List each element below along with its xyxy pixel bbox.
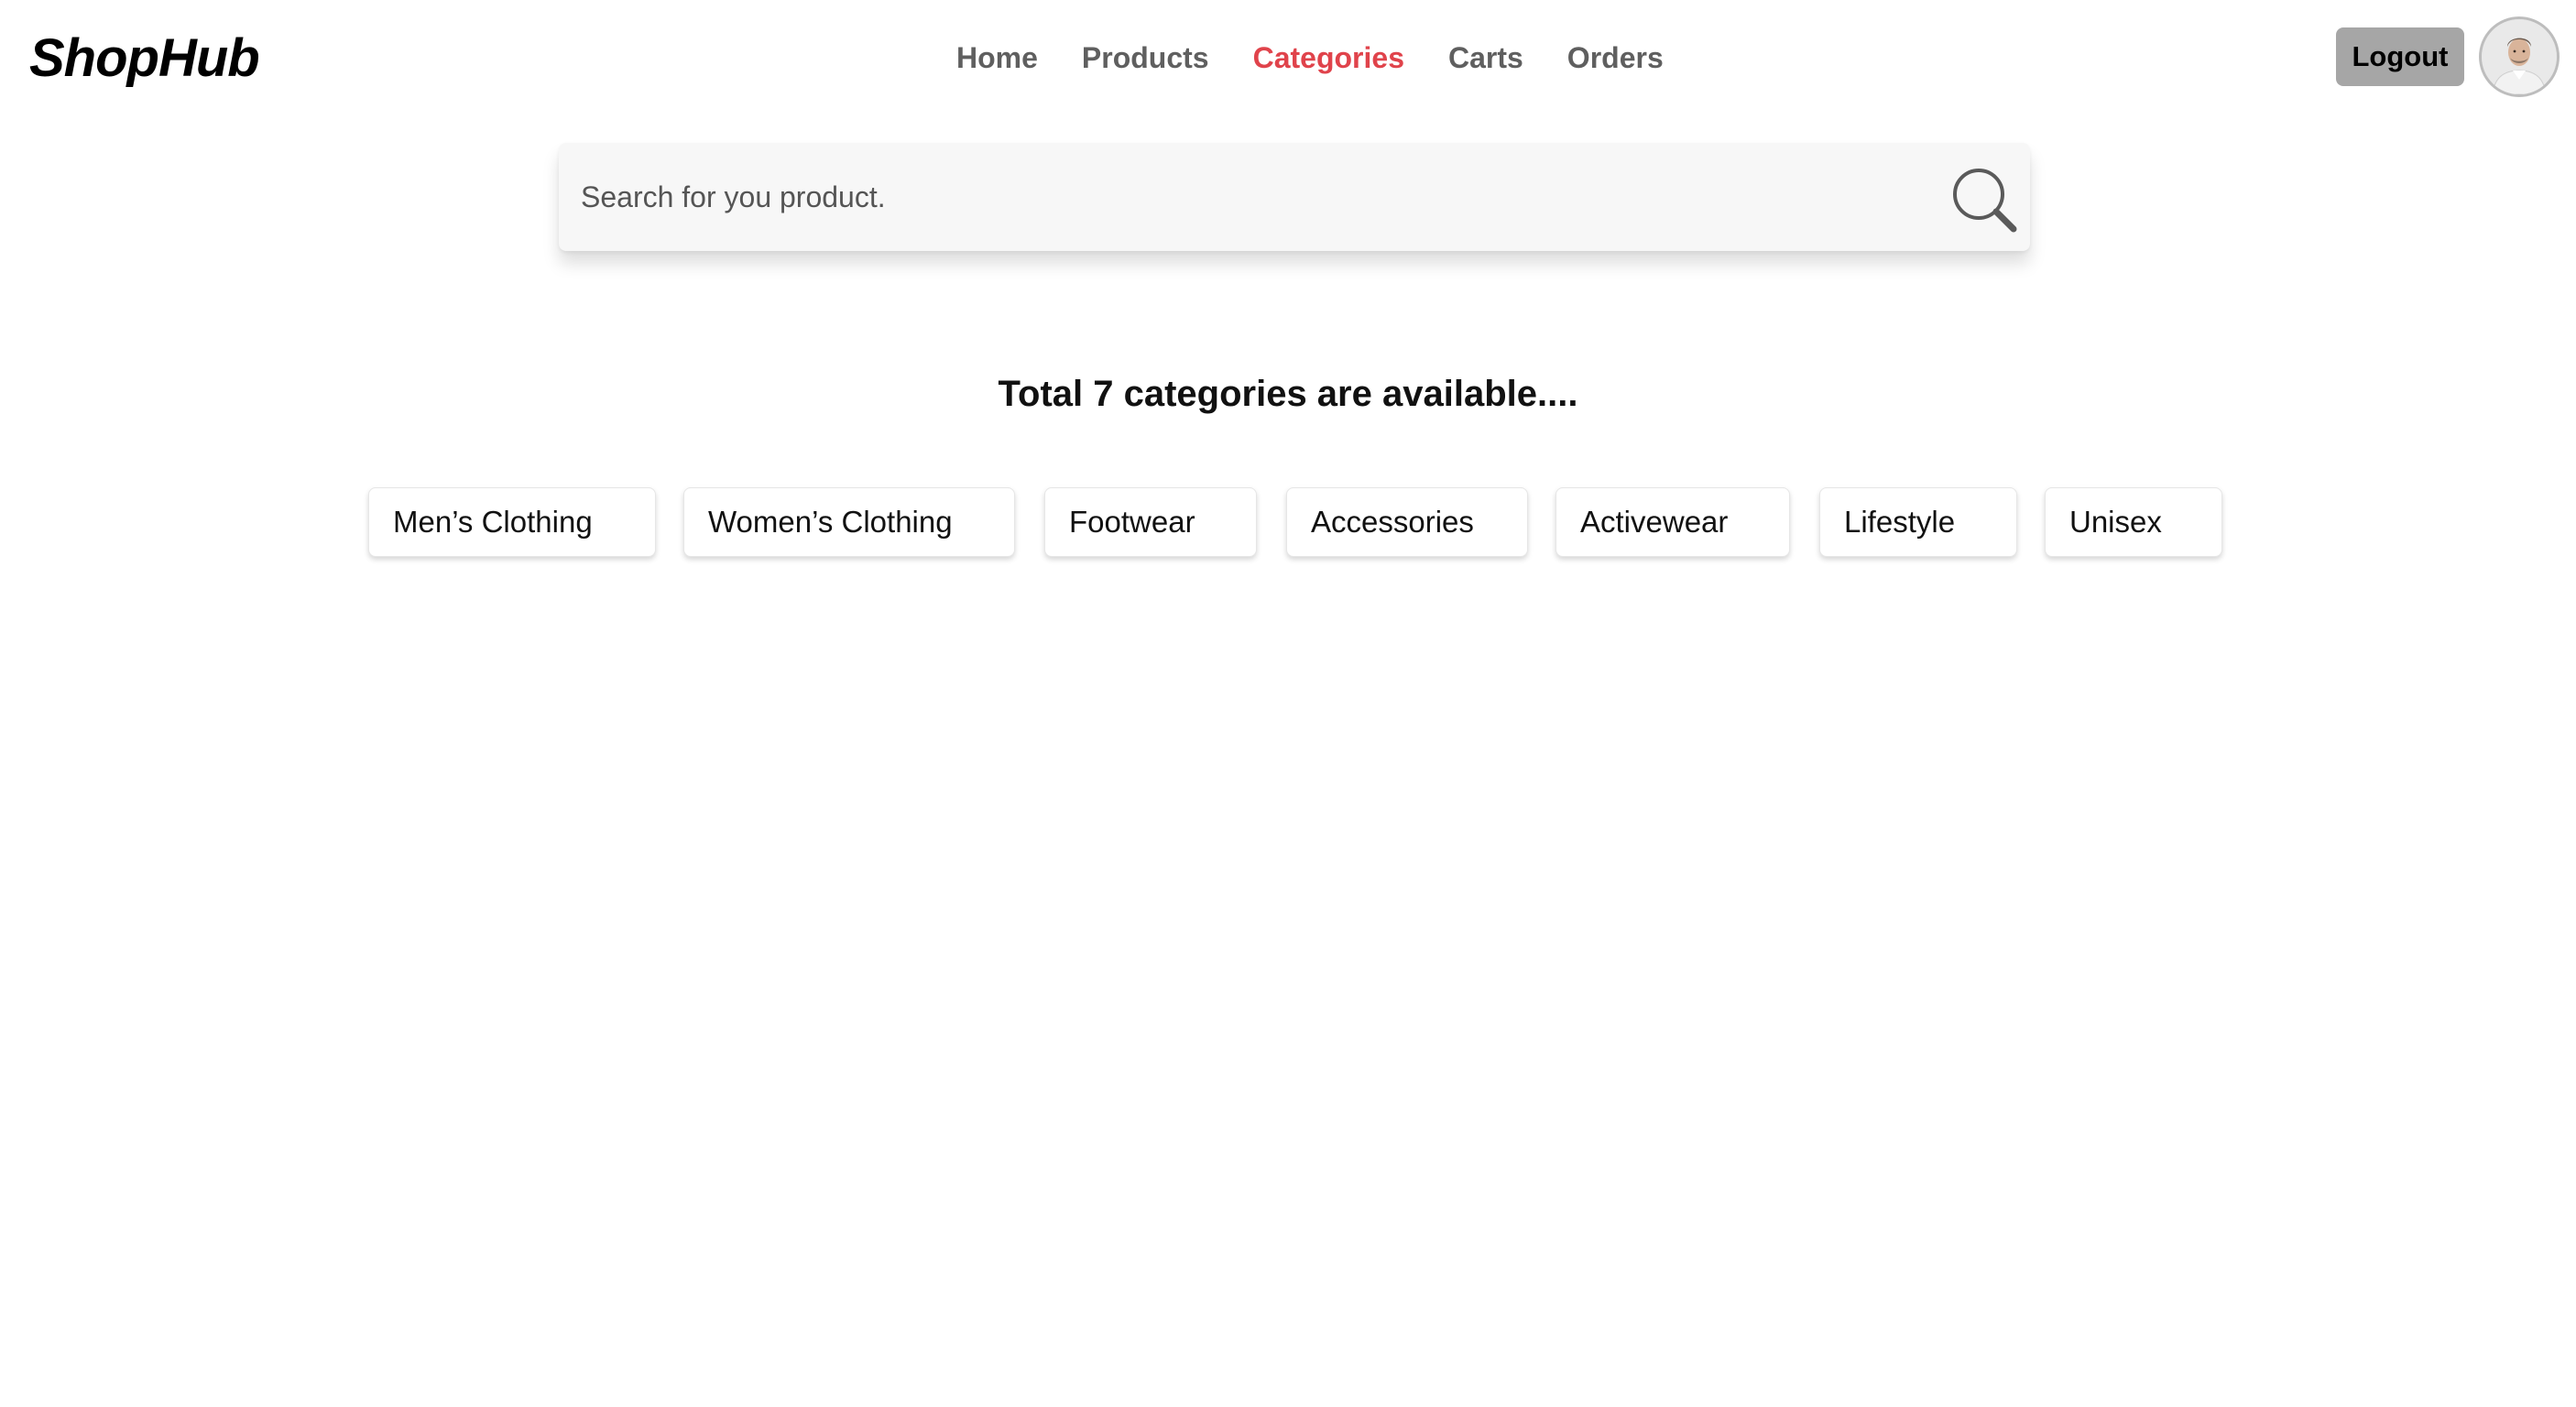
nav-item-products[interactable]: Products	[1082, 35, 1209, 81]
header: ShopHub Home Products Categories Carts O…	[0, 0, 2576, 117]
nav-item-orders[interactable]: Orders	[1567, 35, 1664, 81]
nav-item-home[interactable]: Home	[956, 35, 1038, 81]
category-item-footwear[interactable]: Footwear	[1044, 487, 1257, 557]
logo[interactable]: ShopHub	[29, 26, 260, 92]
nav-item-carts[interactable]: Carts	[1448, 35, 1523, 81]
user-avatar-icon	[2482, 19, 2557, 94]
search-icon[interactable]	[1948, 163, 2021, 236]
logout-button[interactable]: Logout	[2336, 27, 2464, 86]
nav-item-categories[interactable]: Categories	[1253, 35, 1404, 81]
search-bar	[559, 143, 2030, 251]
category-item-activewear[interactable]: Activewear	[1555, 487, 1790, 557]
user-avatar[interactable]	[2479, 16, 2560, 97]
category-item-accessories[interactable]: Accessories	[1286, 487, 1528, 557]
category-list: Men’s Clothing Women’s Clothing Footwear…	[0, 487, 2576, 557]
category-item-womens-clothing[interactable]: Women’s Clothing	[683, 487, 1015, 557]
main-nav: Home Products Categories Carts Orders	[956, 35, 1708, 81]
category-item-mens-clothing[interactable]: Men’s Clothing	[368, 487, 656, 557]
page: ShopHub Home Products Categories Carts O…	[0, 0, 2576, 1407]
category-item-unisex[interactable]: Unisex	[2045, 487, 2222, 557]
category-item-lifestyle[interactable]: Lifestyle	[1819, 487, 2017, 557]
page-heading: Total 7 categories are available....	[998, 374, 1578, 414]
search-input[interactable]	[581, 143, 1900, 251]
